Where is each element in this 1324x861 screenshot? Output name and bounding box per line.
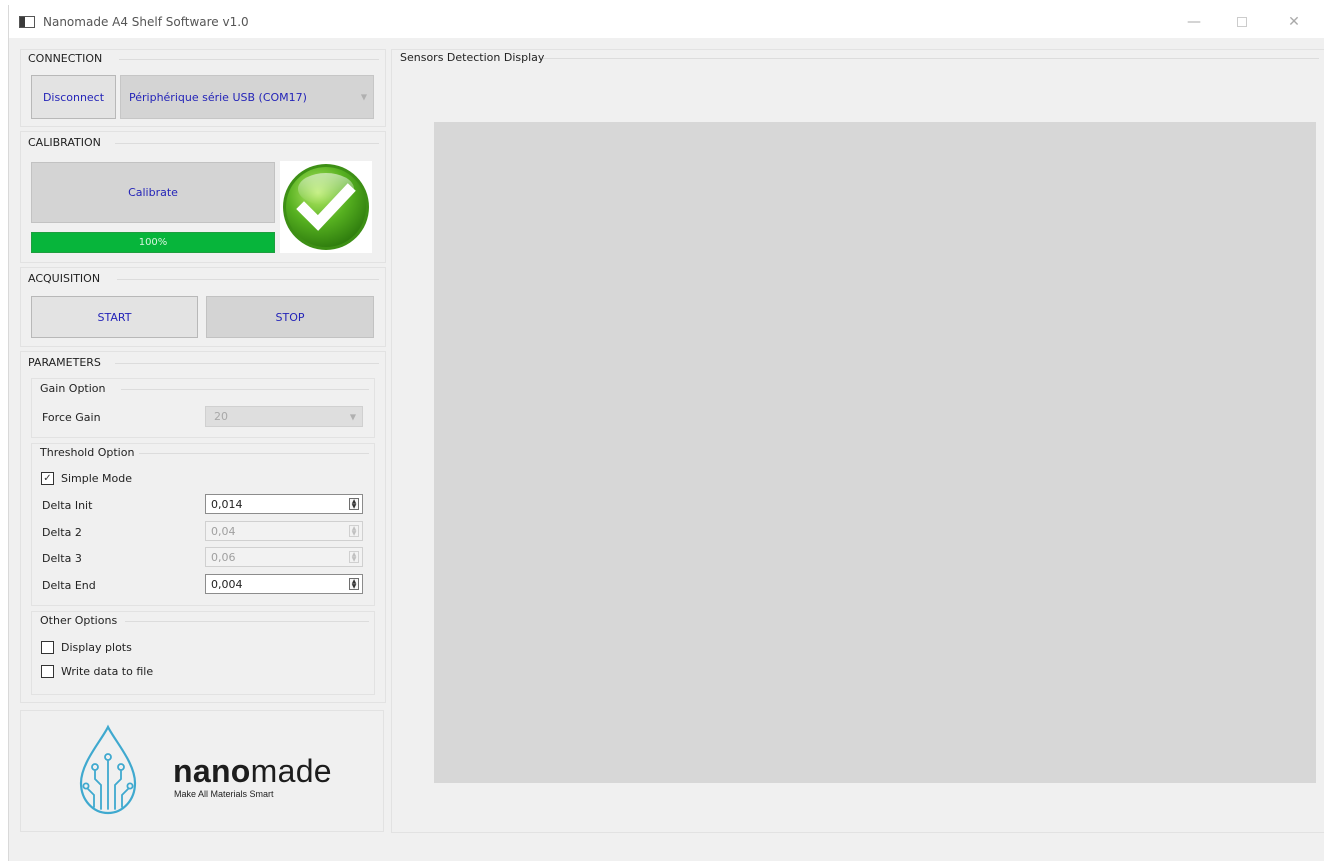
calibrate-button[interactable]: Calibrate bbox=[31, 162, 275, 223]
calibration-title: CALIBRATION bbox=[28, 136, 101, 149]
delta-3-value: 0,06 bbox=[211, 550, 236, 564]
parameters-divider bbox=[115, 363, 379, 364]
delta-init-spinbox[interactable]: 0,014 ▲ ▼ bbox=[205, 494, 363, 514]
delta-3-label: Delta 3 bbox=[42, 552, 82, 565]
connection-title: CONNECTION bbox=[28, 52, 103, 65]
serial-port-select[interactable]: Périphérique série USB (COM17) ▼ bbox=[120, 75, 374, 119]
minimize-button[interactable]: — bbox=[1171, 5, 1217, 38]
nanomade-wordmark: nanomade bbox=[173, 753, 332, 790]
gain-option-divider bbox=[121, 389, 369, 390]
delta-init-value: 0,014 bbox=[211, 497, 243, 511]
wordmark-bold: nano bbox=[173, 753, 251, 789]
force-gain-select[interactable]: 20 ▼ bbox=[205, 406, 363, 427]
chevron-down-icon: ▼ bbox=[349, 412, 356, 421]
wordmark-light: made bbox=[250, 753, 332, 789]
parameters-title: PARAMETERS bbox=[28, 356, 101, 369]
spin-arrows-icon[interactable]: ▲ ▼ bbox=[349, 551, 359, 563]
checkmark-icon: ✓ bbox=[43, 473, 52, 484]
write-data-checkbox[interactable] bbox=[41, 665, 54, 678]
acquisition-divider bbox=[117, 279, 379, 280]
start-button[interactable]: START bbox=[31, 296, 198, 338]
disconnect-button[interactable]: Disconnect bbox=[31, 75, 116, 119]
checkmark-success-icon bbox=[280, 161, 372, 253]
sensors-display-title: Sensors Detection Display bbox=[400, 51, 545, 64]
calibration-progress-bar: 100% bbox=[31, 232, 275, 253]
close-button[interactable]: ✕ bbox=[1271, 5, 1317, 38]
brand-logo-panel: nanomade Make All Materials Smart bbox=[20, 710, 384, 832]
window-title: Nanomade A4 Shelf Software v1.0 bbox=[43, 14, 249, 29]
app-window-icon bbox=[19, 15, 35, 28]
delta-end-spinbox[interactable]: 0,004 ▲ ▼ bbox=[205, 574, 363, 594]
close-icon: ✕ bbox=[1288, 13, 1300, 30]
delta-end-value: 0,004 bbox=[211, 577, 243, 591]
minimize-icon: — bbox=[1187, 13, 1201, 30]
delta-2-value: 0,04 bbox=[211, 524, 236, 538]
threshold-option-divider bbox=[139, 453, 369, 454]
stop-button[interactable]: STOP bbox=[206, 296, 374, 338]
simple-mode-checkbox[interactable]: ✓ bbox=[41, 472, 54, 485]
display-plots-checkbox[interactable] bbox=[41, 641, 54, 654]
calibration-divider bbox=[115, 143, 379, 144]
threshold-option-title: Threshold Option bbox=[40, 446, 135, 459]
title-bar[interactable]: Nanomade A4 Shelf Software v1.0 — ✕ bbox=[9, 5, 1324, 38]
force-gain-value: 20 bbox=[214, 410, 228, 423]
force-gain-label: Force Gain bbox=[42, 411, 101, 424]
brand-tagline: Make All Materials Smart bbox=[174, 789, 274, 799]
spin-arrows-icon[interactable]: ▲ ▼ bbox=[349, 498, 359, 510]
gain-option-title: Gain Option bbox=[40, 382, 106, 395]
display-plots-label: Display plots bbox=[61, 641, 132, 654]
app-window: Nanomade A4 Shelf Software v1.0 — ✕ CONN… bbox=[8, 5, 1324, 861]
other-options-title: Other Options bbox=[40, 614, 118, 627]
spin-arrows-icon[interactable]: ▲ ▼ bbox=[349, 578, 359, 590]
delta-end-label: Delta End bbox=[42, 579, 96, 592]
sensors-detection-canvas[interactable] bbox=[434, 122, 1316, 783]
serial-port-value: Périphérique série USB (COM17) bbox=[129, 90, 307, 104]
delta-3-spinbox[interactable]: 0,06 ▲ ▼ bbox=[205, 547, 363, 567]
calibration-progress-text: 100% bbox=[138, 237, 168, 248]
chevron-down-icon: ▼ bbox=[360, 92, 367, 102]
delta-2-label: Delta 2 bbox=[42, 526, 82, 539]
delta-2-spinbox[interactable]: 0,04 ▲ ▼ bbox=[205, 521, 363, 541]
maximize-button[interactable] bbox=[1219, 5, 1265, 38]
other-options-divider bbox=[125, 621, 369, 622]
acquisition-title: ACQUISITION bbox=[28, 272, 101, 285]
sensors-display-divider bbox=[543, 58, 1319, 59]
connection-divider bbox=[119, 59, 379, 60]
nanomade-drop-logo-icon bbox=[79, 724, 137, 815]
maximize-icon bbox=[1237, 16, 1247, 27]
simple-mode-label: Simple Mode bbox=[61, 472, 133, 485]
spin-arrows-icon[interactable]: ▲ ▼ bbox=[349, 525, 359, 537]
delta-init-label: Delta Init bbox=[42, 499, 93, 512]
write-data-label: Write data to file bbox=[61, 665, 154, 678]
